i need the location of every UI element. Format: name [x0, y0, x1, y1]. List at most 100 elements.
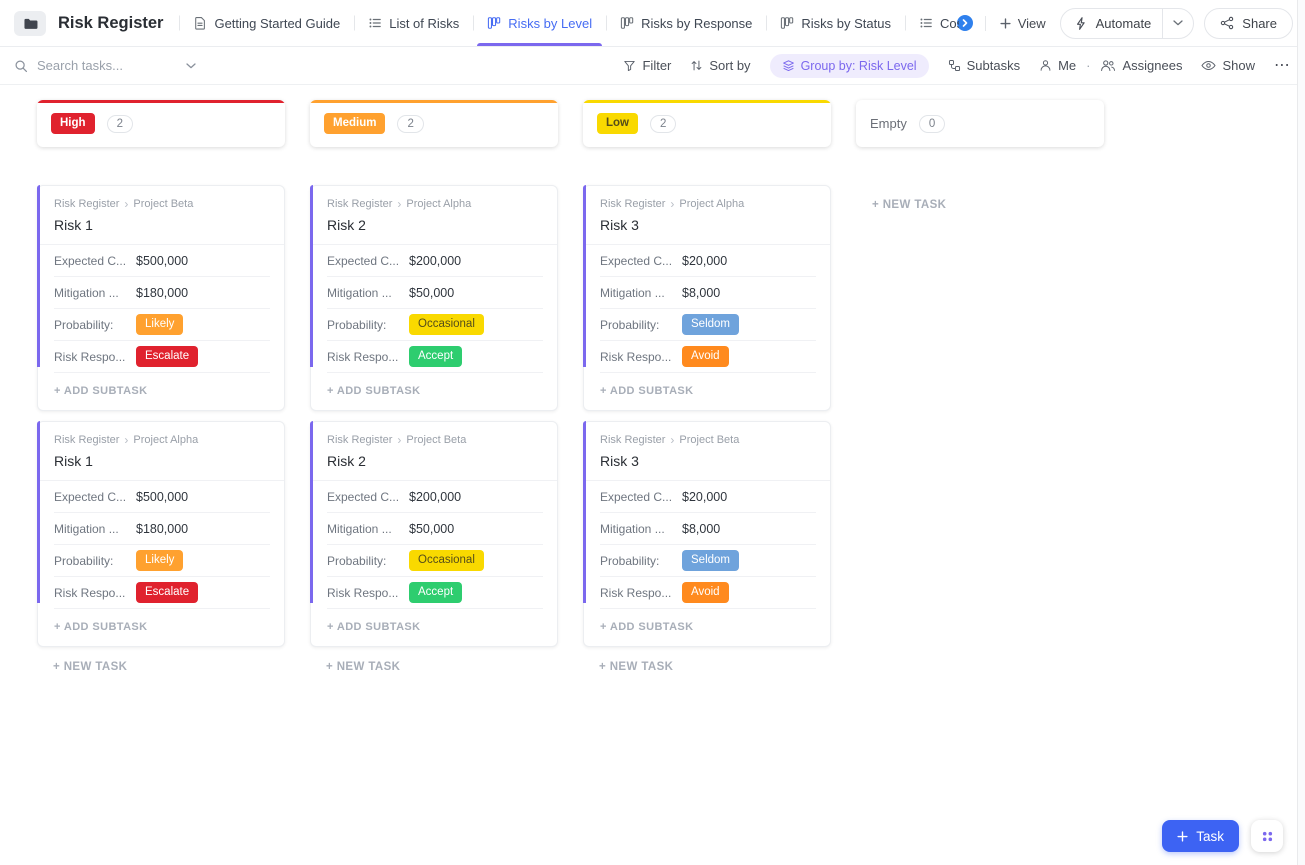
field-row-risk-respo[interactable]: Risk Respo... Escalate: [54, 341, 270, 373]
add-subtask-button[interactable]: + ADD SUBTASK: [311, 609, 557, 646]
task-card[interactable]: Risk Register › Project Alpha Risk 1 Exp…: [37, 421, 285, 647]
add-subtask-button[interactable]: + ADD SUBTASK: [584, 373, 830, 410]
field-row-expected-c[interactable]: Expected C... $20,000: [600, 481, 816, 513]
field-row-expected-c[interactable]: Expected C... $20,000: [600, 245, 816, 277]
field-row-expected-c[interactable]: Expected C... $500,000: [54, 245, 270, 277]
scrollbar[interactable]: [1297, 0, 1305, 865]
field-value[interactable]: Accept: [409, 346, 462, 367]
field-value[interactable]: $200,000: [409, 254, 461, 268]
new-task-fab[interactable]: Task: [1162, 820, 1239, 852]
tab-list-of-risks[interactable]: List of Risks: [354, 0, 473, 46]
task-title[interactable]: Risk 3: [600, 453, 816, 469]
field-value[interactable]: Occasional: [409, 314, 484, 335]
field-value[interactable]: $500,000: [136, 254, 188, 268]
add-subtask-button[interactable]: + ADD SUBTASK: [38, 609, 284, 646]
field-row-expected-c[interactable]: Expected C... $200,000: [327, 481, 543, 513]
breadcrumb-leaf[interactable]: Project Alpha: [679, 198, 744, 210]
field-row-mitigation[interactable]: Mitigation ... $50,000: [327, 277, 543, 309]
breadcrumb-root[interactable]: Risk Register: [600, 198, 665, 210]
task-card[interactable]: Risk Register › Project Beta Risk 1 Expe…: [37, 185, 285, 411]
field-value[interactable]: $500,000: [136, 490, 188, 504]
breadcrumb-leaf[interactable]: Project Beta: [679, 434, 739, 446]
field-row-probability[interactable]: Probability: Likely: [54, 545, 270, 577]
field-value[interactable]: $20,000: [682, 254, 727, 268]
task-card[interactable]: Risk Register › Project Beta Risk 3 Expe…: [583, 421, 831, 647]
task-card[interactable]: Risk Register › Project Beta Risk 2 Expe…: [310, 421, 558, 647]
assignees-button[interactable]: Assignees: [1100, 58, 1182, 73]
me-filter-button[interactable]: Me: [1039, 58, 1076, 73]
breadcrumb-leaf[interactable]: Project Alpha: [406, 198, 471, 210]
folder-icon-button[interactable]: [14, 11, 46, 36]
automate-dropdown-button[interactable]: [1163, 20, 1193, 26]
field-row-mitigation[interactable]: Mitigation ... $180,000: [54, 513, 270, 545]
field-row-probability[interactable]: Probability: Occasional: [327, 309, 543, 341]
field-row-risk-respo[interactable]: Risk Respo... Accept: [327, 577, 543, 609]
field-row-risk-respo[interactable]: Risk Respo... Escalate: [54, 577, 270, 609]
field-row-risk-respo[interactable]: Risk Respo... Accept: [327, 341, 543, 373]
field-value[interactable]: $200,000: [409, 490, 461, 504]
new-task-button[interactable]: + NEW TASK: [326, 661, 400, 673]
column-header[interactable]: Low 2: [583, 100, 831, 147]
new-task-button[interactable]: + NEW TASK: [53, 661, 127, 673]
field-value[interactable]: $8,000: [682, 286, 720, 300]
add-subtask-button[interactable]: + ADD SUBTASK: [311, 373, 557, 410]
task-card[interactable]: Risk Register › Project Alpha Risk 2 Exp…: [310, 185, 558, 411]
breadcrumb-root[interactable]: Risk Register: [327, 198, 392, 210]
task-title[interactable]: Risk 2: [327, 453, 543, 469]
field-value[interactable]: Occasional: [409, 550, 484, 571]
app-grid-button[interactable]: [1251, 820, 1283, 852]
field-row-risk-respo[interactable]: Risk Respo... Avoid: [600, 341, 816, 373]
share-button[interactable]: Share: [1204, 8, 1293, 39]
task-title[interactable]: Risk 1: [54, 453, 270, 469]
field-value[interactable]: Escalate: [136, 346, 198, 367]
tab-risks-by-level[interactable]: Risks by Level: [473, 0, 606, 46]
field-value[interactable]: $180,000: [136, 522, 188, 536]
automate-button[interactable]: Automate: [1060, 8, 1195, 39]
chevron-down-icon[interactable]: [186, 63, 196, 69]
field-row-expected-c[interactable]: Expected C... $500,000: [54, 481, 270, 513]
breadcrumb-root[interactable]: Risk Register: [600, 434, 665, 446]
field-value[interactable]: $50,000: [409, 286, 454, 300]
breadcrumb-leaf[interactable]: Project Alpha: [133, 434, 198, 446]
field-row-mitigation[interactable]: Mitigation ... $8,000: [600, 277, 816, 309]
field-value[interactable]: $50,000: [409, 522, 454, 536]
tab-getting-started-guide[interactable]: Getting Started Guide: [179, 0, 354, 46]
search-box[interactable]: [14, 58, 196, 73]
field-row-probability[interactable]: Probability: Occasional: [327, 545, 543, 577]
field-value[interactable]: Accept: [409, 582, 462, 603]
new-task-button[interactable]: + NEW TASK: [599, 661, 673, 673]
field-value[interactable]: Seldom: [682, 550, 739, 571]
tab-risks-by-status[interactable]: Risks by Status: [766, 0, 905, 46]
field-row-probability[interactable]: Probability: Likely: [54, 309, 270, 341]
breadcrumb-root[interactable]: Risk Register: [54, 198, 119, 210]
field-row-probability[interactable]: Probability: Seldom: [600, 309, 816, 341]
tab-costs-of[interactable]: Costs of: [905, 0, 959, 46]
field-value[interactable]: Avoid: [682, 582, 729, 603]
filter-button[interactable]: Filter: [623, 58, 671, 73]
field-row-mitigation[interactable]: Mitigation ... $50,000: [327, 513, 543, 545]
task-title[interactable]: Risk 3: [600, 217, 816, 233]
field-value[interactable]: Escalate: [136, 582, 198, 603]
group-by-button[interactable]: Group by: Risk Level: [770, 54, 929, 78]
new-task-button[interactable]: + NEW TASK: [872, 199, 946, 211]
add-subtask-button[interactable]: + ADD SUBTASK: [584, 609, 830, 646]
add-view-button[interactable]: View: [990, 16, 1056, 31]
field-value[interactable]: $20,000: [682, 490, 727, 504]
field-row-mitigation[interactable]: Mitigation ... $180,000: [54, 277, 270, 309]
field-value[interactable]: Avoid: [682, 346, 729, 367]
field-value[interactable]: $180,000: [136, 286, 188, 300]
column-header[interactable]: High 2: [37, 100, 285, 147]
field-value[interactable]: Likely: [136, 314, 183, 335]
field-row-mitigation[interactable]: Mitigation ... $8,000: [600, 513, 816, 545]
field-value[interactable]: Seldom: [682, 314, 739, 335]
tab-risks-by-response[interactable]: Risks by Response: [606, 0, 766, 46]
breadcrumb-root[interactable]: Risk Register: [327, 434, 392, 446]
sort-button[interactable]: Sort by: [690, 58, 750, 73]
field-value[interactable]: Likely: [136, 550, 183, 571]
column-header[interactable]: Empty 0: [856, 100, 1104, 147]
task-title[interactable]: Risk 2: [327, 217, 543, 233]
column-header[interactable]: Medium 2: [310, 100, 558, 147]
breadcrumb-leaf[interactable]: Project Beta: [133, 198, 193, 210]
subtasks-button[interactable]: Subtasks: [948, 58, 1020, 73]
more-options-button[interactable]: ⋯: [1274, 58, 1291, 74]
